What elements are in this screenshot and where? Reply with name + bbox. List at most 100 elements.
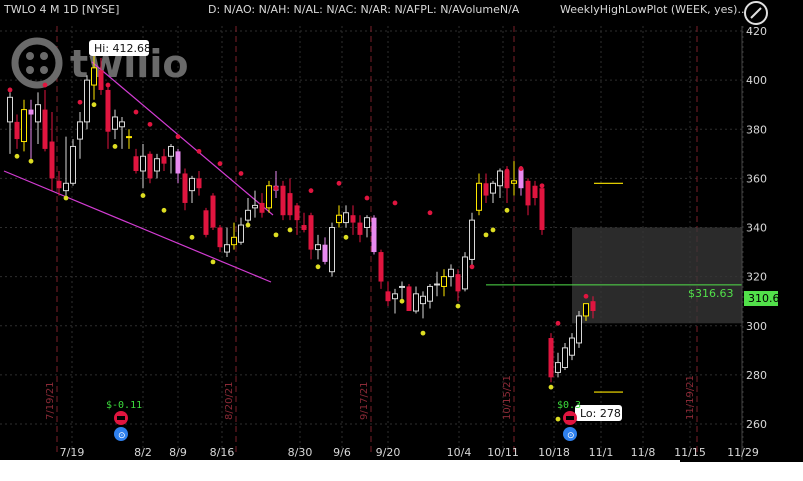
candle-body: [371, 217, 377, 253]
candle-body: [112, 116, 118, 130]
candle-body: [525, 180, 531, 206]
time-tick-label: 8/2: [134, 446, 152, 459]
low-dot: [112, 144, 118, 149]
low-dot: [189, 234, 195, 240]
candle-body: [511, 180, 517, 184]
high-dot: [583, 293, 589, 299]
candle-body: [245, 209, 251, 221]
candle-body: [392, 293, 398, 300]
high-dot: [427, 210, 433, 216]
svg-text:⊙: ⊙: [118, 431, 126, 441]
candle-body: [427, 285, 433, 302]
price-tick-label: 300: [746, 320, 767, 333]
candle-body: [455, 274, 461, 292]
candle-body: [497, 170, 503, 187]
candle-body: [42, 109, 48, 149]
high-dot: [175, 134, 181, 140]
high-dot: [196, 148, 202, 154]
candle-body: [266, 185, 272, 209]
low-dot: [161, 207, 167, 213]
candle-body: [77, 121, 83, 140]
low-dot: [343, 234, 349, 240]
close-study-icon[interactable]: [744, 1, 768, 25]
candle-body: [378, 252, 384, 282]
candle-body: [469, 219, 475, 260]
price-tick-label: 420: [746, 25, 767, 38]
bottom-bar: [0, 462, 803, 481]
candle-body: [532, 185, 538, 199]
vertical-date-label: 8/20/21: [224, 381, 235, 420]
high-dot: [518, 166, 524, 171]
time-tick-label: 11/8: [631, 446, 656, 459]
candle-body: [441, 276, 447, 287]
candle-body: [504, 171, 510, 189]
chart-stats: D: N/AO: N/AH: N/AL: N/AC: N/AR: N/AFPL:…: [208, 3, 520, 16]
candle-body: [210, 195, 216, 228]
high-dot: [336, 180, 342, 186]
low-dot: [287, 227, 293, 233]
candle-body: [462, 256, 468, 290]
candle-body: [35, 104, 41, 123]
candle-body: [364, 217, 370, 229]
low-dot: [245, 222, 251, 228]
low-dot: [548, 384, 554, 390]
candle-body: [406, 286, 412, 312]
candle-body: [238, 224, 244, 243]
candle-body: [147, 153, 153, 179]
vertical-date-label: 9/17/21: [359, 381, 370, 420]
candle-body: [583, 303, 589, 317]
low-dot: [555, 416, 561, 422]
candle-body: [259, 202, 265, 213]
low-dot: [63, 195, 69, 201]
candle-body: [539, 188, 545, 230]
candle-body: [56, 180, 62, 189]
low-dot: [504, 207, 510, 213]
candle-body: [231, 236, 237, 246]
price-tick-label: 340: [746, 222, 767, 235]
candle-body: [154, 158, 160, 172]
candle-body: [224, 244, 230, 253]
candle-body: [399, 285, 405, 288]
candle-body: [413, 293, 419, 312]
candle-body: [21, 109, 27, 143]
low-dot: [28, 158, 34, 164]
candle-body: [14, 121, 20, 140]
price-tick-label: 280: [746, 369, 767, 382]
time-tick-label: 10/11: [487, 446, 519, 459]
candle-body: [434, 283, 440, 286]
candle-body: [343, 212, 349, 224]
high-dot: [147, 121, 153, 127]
candle-body: [140, 155, 146, 172]
candle-body: [385, 291, 391, 302]
candle-body: [119, 121, 125, 128]
high-dot: [539, 183, 545, 189]
candle-body: [548, 338, 554, 378]
low-dot: [490, 227, 496, 233]
high-dot: [364, 195, 370, 201]
vertical-date-label: 10/15/21: [502, 375, 513, 420]
price-tick-label: 400: [746, 74, 767, 87]
chart-symbol: TWLO 4 M 1D [NYSE]: [3, 3, 119, 16]
high-dot: [308, 188, 314, 194]
candle-body: [84, 79, 90, 123]
candle-body: [294, 205, 300, 221]
candle-body: [350, 215, 356, 223]
vertical-date-label: 11/19/21: [685, 375, 696, 420]
chart-area[interactable]: twilio 7/19/21 8/20/21 9/17/21 10/15/21 11/1…: [0, 0, 803, 481]
time-tick-label: 11/29: [727, 446, 759, 459]
candle-body: [7, 96, 13, 123]
candle-body: [175, 151, 181, 174]
candle-body: [590, 301, 596, 312]
high-dot: [217, 161, 223, 167]
low-dot: [455, 303, 461, 309]
candle-body: [189, 177, 195, 192]
candle-body: [161, 156, 167, 164]
shaded-zone-rect: [572, 227, 742, 324]
low-dot: [273, 232, 279, 238]
time-tick-label: 9/20: [376, 446, 401, 459]
low-dot: [14, 153, 20, 159]
candle-body: [252, 204, 258, 209]
high-dot: [42, 82, 48, 88]
candle-body: [420, 295, 426, 305]
hi-label: Hi: 412.68: [89, 40, 151, 56]
